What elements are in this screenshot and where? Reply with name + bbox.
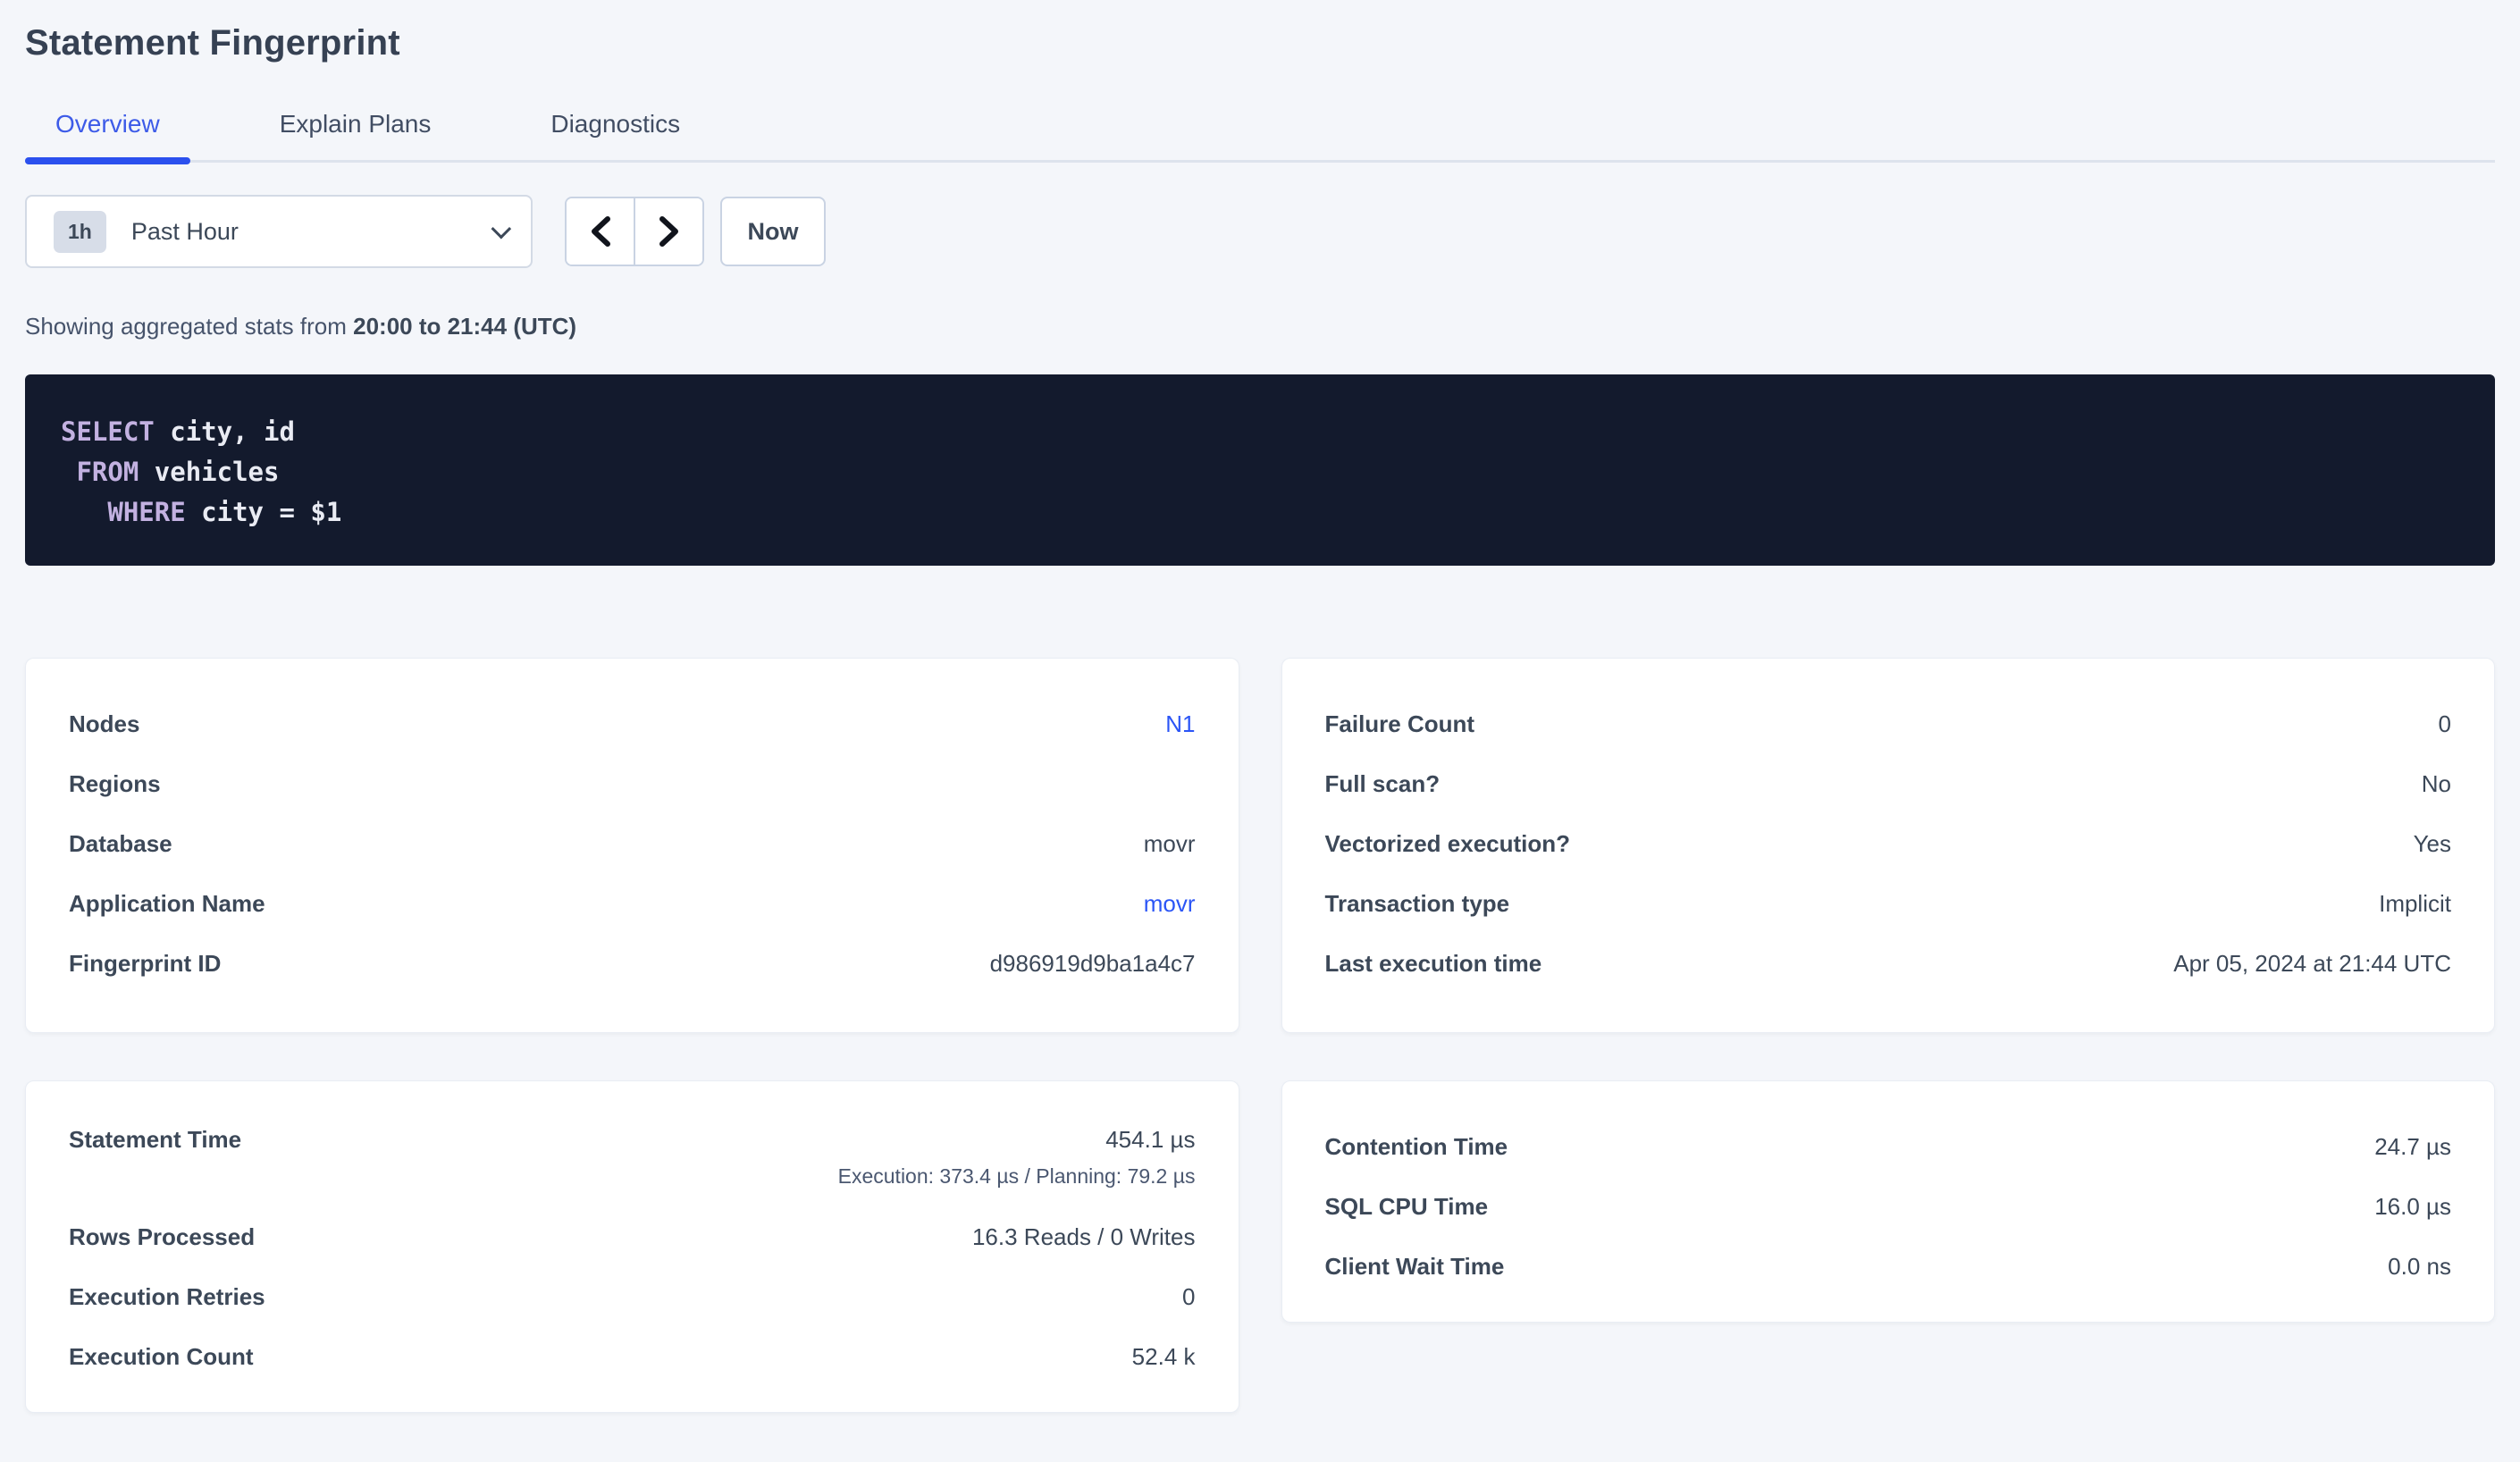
time-range-selected: Past Hour: [131, 218, 239, 246]
time-controls: 1h Past Hour Now: [25, 195, 2495, 268]
execution-count-value: 52.4 k: [1132, 1343, 1196, 1371]
row-label-transaction-type: Transaction type: [1325, 890, 1510, 918]
next-interval-button[interactable]: [634, 198, 702, 265]
row-label-client-wait-time: Client Wait Time: [1325, 1253, 1505, 1281]
transaction-type-value: Implicit: [2379, 890, 2451, 918]
table-row: Failure Count 0: [1325, 694, 2452, 754]
time-range-dropdown[interactable]: 1h Past Hour: [25, 195, 533, 268]
time-nav-group: [565, 197, 704, 266]
table-row: Database movr: [69, 814, 1196, 874]
table-row: Full scan? No: [1325, 754, 2452, 814]
table-row: Client Wait Time 0.0 ns: [1325, 1237, 2452, 1297]
table-row: Execution Retries 0: [69, 1267, 1196, 1327]
cards-row-top: Nodes N1 Regions Database movr Applicati…: [25, 658, 2495, 1033]
application-details-card: Nodes N1 Regions Database movr Applicati…: [25, 658, 1239, 1033]
row-label-regions: Regions: [69, 770, 161, 798]
tab-overview[interactable]: Overview: [25, 94, 190, 160]
row-label-execution-count: Execution Count: [69, 1343, 254, 1371]
row-label-sql-cpu-time: SQL CPU Time: [1325, 1193, 1489, 1221]
full-scan-value: No: [2422, 770, 2451, 798]
stats-line-range: 20:00 to 21:44 (UTC): [353, 313, 576, 340]
statement-stats-card: Statement Time 454.1 µs Execution: 373.4…: [25, 1080, 1239, 1413]
nodes-link[interactable]: N1: [1165, 710, 1195, 738]
table-row: Application Name movr: [69, 874, 1196, 934]
chevron-down-icon: [491, 219, 512, 239]
failure-count-value: 0: [2439, 710, 2451, 738]
sql-code: vehicles: [139, 457, 279, 487]
tab-explain-plans[interactable]: Explain Plans: [249, 94, 462, 160]
active-tab-underline: [25, 157, 190, 164]
rows-processed-value: 16.3 Reads / 0 Writes: [972, 1223, 1196, 1251]
aggregated-stats-line: Showing aggregated stats from 20:00 to 2…: [25, 313, 2495, 340]
table-row: Vectorized execution? Yes: [1325, 814, 2452, 874]
sql-code: city, id: [155, 416, 295, 447]
statement-time-values: 454.1 µs Execution: 373.4 µs / Planning:…: [838, 1126, 1196, 1189]
sql-keyword: FROM: [76, 457, 139, 487]
database-value: movr: [1144, 830, 1196, 858]
row-label-fingerprint-id: Fingerprint ID: [69, 950, 221, 978]
sql-cpu-time-value: 16.0 µs: [2374, 1193, 2451, 1221]
row-label-full-scan: Full scan?: [1325, 770, 1441, 798]
table-row: SQL CPU Time 16.0 µs: [1325, 1177, 2452, 1237]
tab-bar: Overview Explain Plans Diagnostics: [25, 94, 2495, 163]
tab-overview-label: Overview: [55, 110, 160, 138]
table-row: Contention Time 24.7 µs: [1325, 1117, 2452, 1177]
sql-keyword: SELECT: [61, 416, 155, 447]
tab-diagnostics-label: Diagnostics: [550, 110, 680, 138]
execution-retries-value: 0: [1182, 1283, 1195, 1311]
table-row: Execution Count 52.4 k: [69, 1327, 1196, 1387]
table-row: Rows Processed 16.3 Reads / 0 Writes: [69, 1207, 1196, 1267]
table-row: Regions: [69, 754, 1196, 814]
sql-statement-text: SELECT city, id FROM vehicles WHERE city…: [61, 412, 2459, 533]
sql-indent: [61, 497, 107, 527]
fingerprint-id-value: d986919d9ba1a4c7: [990, 950, 1196, 978]
now-button[interactable]: Now: [720, 197, 826, 266]
statement-time-breakdown: Execution: 373.4 µs / Planning: 79.2 µs: [838, 1164, 1196, 1189]
row-label-rows-processed: Rows Processed: [69, 1223, 255, 1251]
chevron-right-icon: [658, 215, 681, 248]
row-label-execution-retries: Execution Retries: [69, 1283, 265, 1311]
contention-time-value: 24.7 µs: [2374, 1133, 2451, 1161]
sql-code: city = $1: [186, 497, 342, 527]
cards-row-bottom: Statement Time 454.1 µs Execution: 373.4…: [25, 1080, 2495, 1413]
wait-times-card: Contention Time 24.7 µs SQL CPU Time 16.…: [1281, 1080, 2496, 1323]
table-row: Fingerprint ID d986919d9ba1a4c7: [69, 934, 1196, 994]
row-label-contention-time: Contention Time: [1325, 1133, 1508, 1161]
vectorized-execution-value: Yes: [2414, 830, 2451, 858]
page-title: Statement Fingerprint: [25, 23, 2495, 63]
last-execution-time-value: Apr 05, 2024 at 21:44 UTC: [2173, 950, 2451, 978]
row-label-statement-time: Statement Time: [69, 1126, 241, 1154]
tab-explain-plans-label: Explain Plans: [280, 110, 432, 138]
row-label-application-name: Application Name: [69, 890, 265, 918]
now-button-label: Now: [748, 218, 799, 246]
stats-line-prefix: Showing aggregated stats from: [25, 313, 353, 340]
sql-indent: [61, 457, 76, 487]
tab-diagnostics[interactable]: Diagnostics: [520, 94, 710, 160]
row-label-last-execution-time: Last execution time: [1325, 950, 1542, 978]
client-wait-time-value: 0.0 ns: [2388, 1253, 2451, 1281]
application-name-link[interactable]: movr: [1144, 890, 1196, 918]
table-row: Nodes N1: [69, 694, 1196, 754]
sql-keyword: WHERE: [107, 497, 185, 527]
row-label-failure-count: Failure Count: [1325, 710, 1475, 738]
time-range-badge: 1h: [54, 211, 106, 253]
row-label-database: Database: [69, 830, 172, 858]
table-row: Statement Time 454.1 µs Execution: 373.4…: [69, 1117, 1196, 1207]
sql-statement-box: SELECT city, id FROM vehicles WHERE city…: [25, 374, 2495, 566]
table-row: Transaction type Implicit: [1325, 874, 2452, 934]
row-label-nodes: Nodes: [69, 710, 139, 738]
row-label-vectorized-execution: Vectorized execution?: [1325, 830, 1571, 858]
chevron-left-icon: [589, 215, 612, 248]
previous-interval-button[interactable]: [567, 198, 634, 265]
table-row: Last execution time Apr 05, 2024 at 21:4…: [1325, 934, 2452, 994]
statement-time-value: 454.1 µs: [1105, 1126, 1195, 1154]
execution-attributes-card: Failure Count 0 Full scan? No Vectorized…: [1281, 658, 2496, 1033]
